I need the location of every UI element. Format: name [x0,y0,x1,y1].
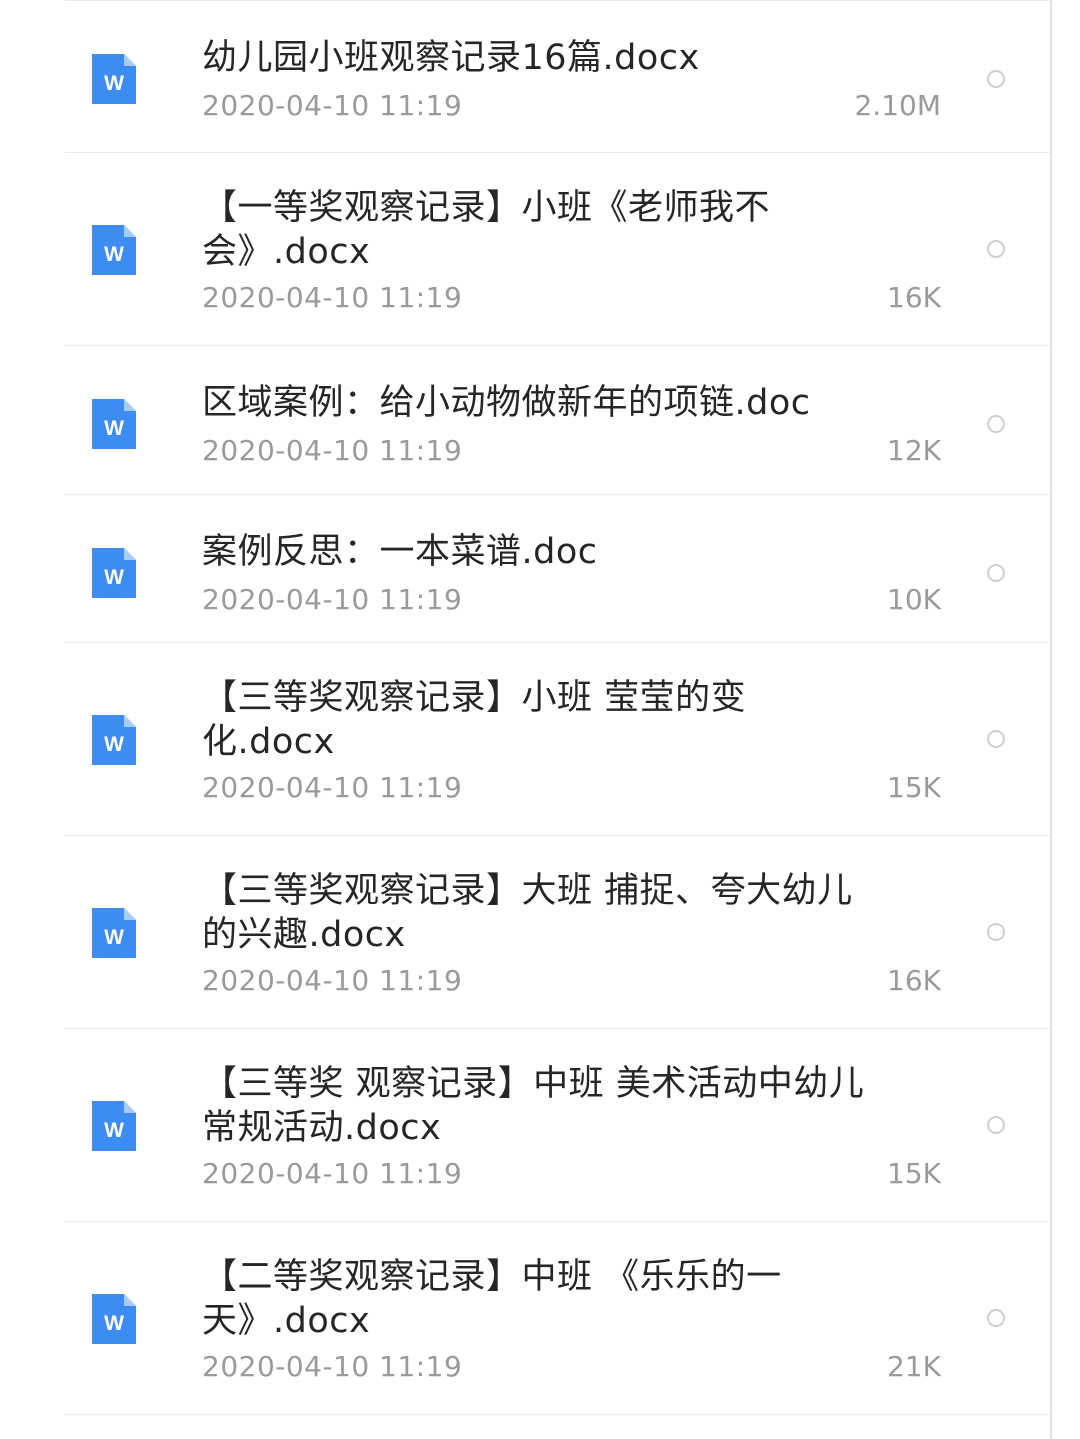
word-doc-icon-letter: W [104,72,124,95]
file-name: 【三等奖 观察记录】中班 美术活动中幼儿常规活动.docx [202,1064,865,1148]
file-date: 2020-04-10 11:19 [202,89,463,122]
word-doc-icon-letter: W [104,926,124,949]
word-doc-icon: W [92,715,136,765]
word-doc-icon: W [92,54,136,104]
file-date: 2020-04-10 11:19 [202,583,463,616]
file-size: 12K [887,434,941,467]
file-size: 16K [887,964,941,997]
file-size: 2.10M [854,89,941,122]
file-row[interactable]: W 案例反思：一本菜谱.doc 2020-04-10 11:19 10K [65,495,1050,643]
file-name: 幼儿园小班观察记录16篇.docx [202,38,700,78]
file-row[interactable]: W 【三等奖 观察记录】中班 美术活动中幼儿常规活动.docx 2020-04-… [65,1029,1050,1222]
select-radio[interactable] [987,564,1005,582]
select-radio[interactable] [987,1309,1005,1327]
file-date: 2020-04-10 11:19 [202,434,463,467]
select-radio[interactable] [987,923,1005,941]
file-name: 【三等奖观察记录】小班 莹莹的变化.docx [202,678,747,762]
file-date: 2020-04-10 11:19 [202,1157,463,1190]
word-doc-icon-letter: W [104,566,124,589]
word-doc-icon-letter: W [104,1312,124,1335]
file-date: 2020-04-10 11:19 [202,964,463,997]
word-doc-icon: W [92,1101,136,1151]
file-row[interactable]: W 【三等奖观察记录】小班 莹莹的变化.docx 2020-04-10 11:1… [65,643,1050,836]
file-date: 2020-04-10 11:19 [202,1350,463,1383]
file-row[interactable]: W 幼儿园小班观察记录16篇.docx 2020-04-10 11:19 2.1… [65,0,1050,153]
file-size: 15K [887,1157,941,1190]
word-doc-icon: W [92,908,136,958]
file-date: 2020-04-10 11:19 [202,281,463,314]
file-name: 【二等奖观察记录】中班 《乐乐的一天》.docx [202,1257,782,1341]
select-radio[interactable] [987,730,1005,748]
select-radio[interactable] [987,240,1005,258]
file-name: 区域案例：给小动物做新年的项链.doc [202,383,811,423]
select-radio[interactable] [987,1116,1005,1134]
file-size: 10K [887,583,941,616]
word-doc-icon-letter: W [104,1119,124,1142]
file-size: 21K [887,1350,941,1383]
file-name: 案例反思：一本菜谱.doc [202,532,598,572]
file-row[interactable]: W 区域案例：给小动物做新年的项链.doc 2020-04-10 11:19 1… [65,346,1050,495]
word-doc-icon: W [92,1294,136,1344]
word-doc-icon: W [92,399,136,449]
file-name: 【三等奖观察记录】大班 捕捉、夸大幼儿的兴趣.docx [202,871,853,955]
word-doc-icon: W [92,548,136,598]
file-date: 2020-04-10 11:19 [202,771,463,804]
word-doc-icon-letter: W [104,417,124,440]
file-size: 15K [887,771,941,804]
select-radio[interactable] [987,70,1005,88]
file-name: 【一等奖观察记录】小班《老师我不会》.docx [202,188,771,272]
word-doc-icon-letter: W [104,243,124,266]
file-row[interactable]: W 【一等奖观察记录】小班《老师我不会》.docx 2020-04-10 11:… [65,153,1050,346]
file-row[interactable]: W 【二等奖观察记录】中班 《乐乐的一天》.docx 2020-04-10 11… [65,1222,1050,1415]
file-size: 16K [887,281,941,314]
right-edge-divider [1050,0,1052,1439]
word-doc-icon-letter: W [104,733,124,756]
file-list: W 幼儿园小班观察记录16篇.docx 2020-04-10 11:19 2.1… [0,0,1050,1415]
select-radio[interactable] [987,415,1005,433]
word-doc-icon: W [92,225,136,275]
file-row[interactable]: W 【三等奖观察记录】大班 捕捉、夸大幼儿的兴趣.docx 2020-04-10… [65,836,1050,1029]
